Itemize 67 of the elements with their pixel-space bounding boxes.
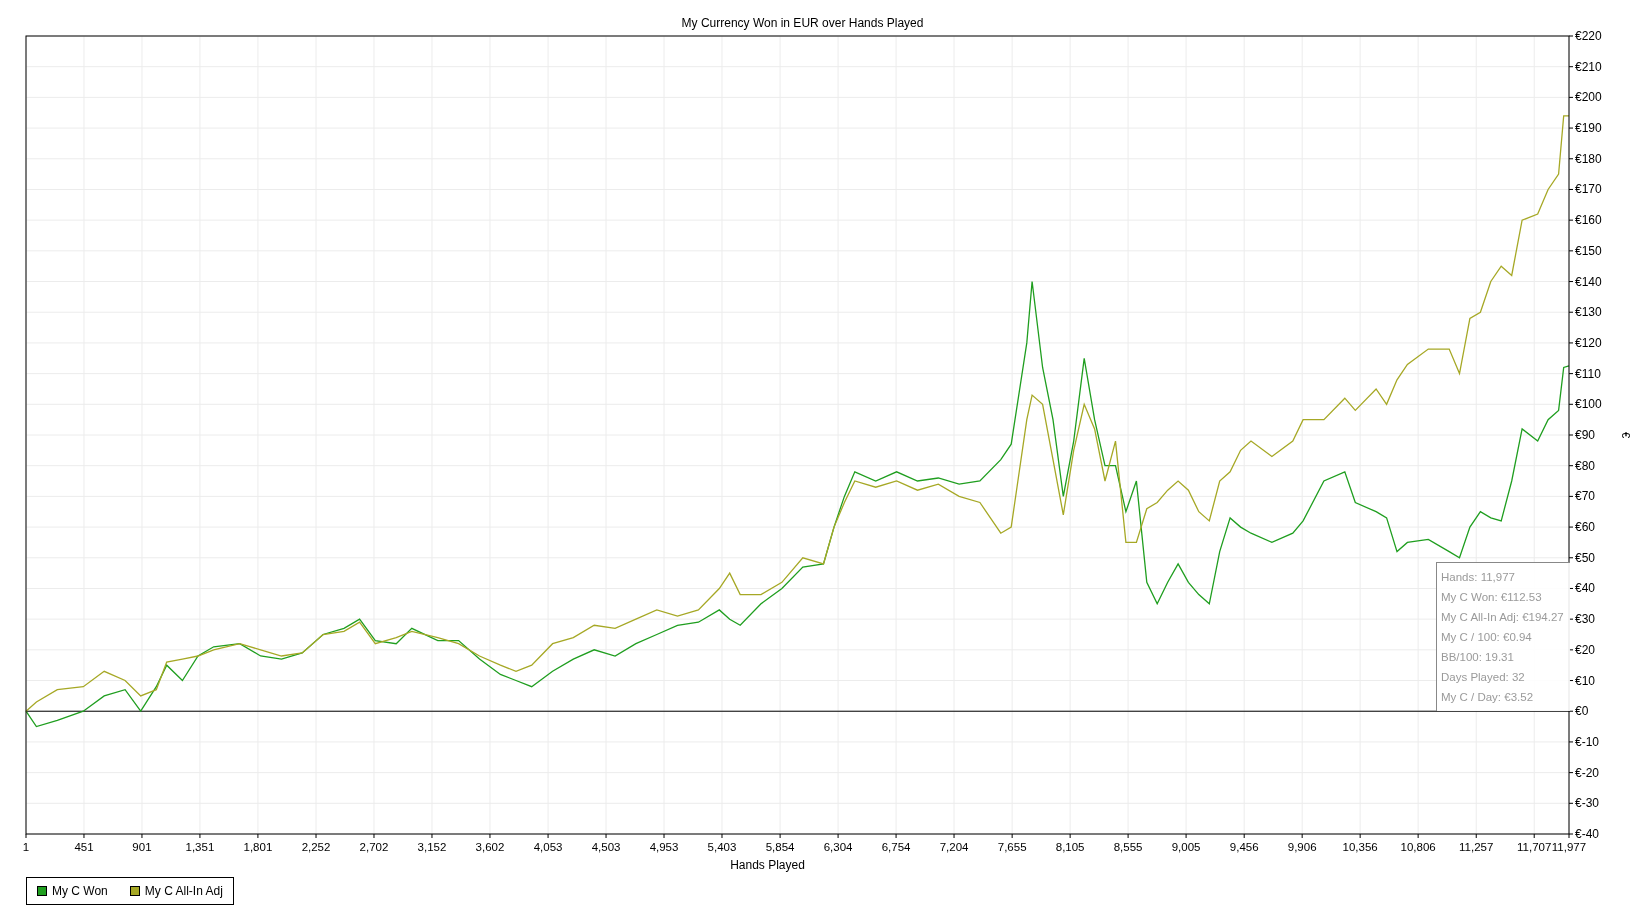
axis-tick-label: €40 bbox=[1575, 581, 1596, 596]
axis-tick-label: 8,105 bbox=[1055, 841, 1085, 853]
axis-tick-label: €0 bbox=[1575, 704, 1589, 719]
axis-tick-label: 9,005 bbox=[1171, 841, 1201, 853]
axis-tick-label: €-40 bbox=[1575, 827, 1600, 841]
axis-tick-label: €210 bbox=[1575, 59, 1602, 74]
axis-tick-label: 11,977 bbox=[1551, 841, 1587, 853]
legend-label: My C All-In Adj bbox=[144, 884, 223, 898]
axis-title: Hands Played bbox=[730, 858, 805, 872]
axis-tick-label: €20 bbox=[1575, 642, 1596, 657]
tooltip-text: Hands: 11,977 bbox=[1441, 570, 1516, 585]
axis-tick-label: €-20 bbox=[1575, 765, 1600, 780]
axis-tick-label: 2,252 bbox=[301, 841, 331, 853]
tooltip-text: BB/100: 19.31 bbox=[1441, 650, 1515, 665]
tooltip-text: My C / Day: €3.52 bbox=[1441, 690, 1535, 705]
axis-tick-label: 901 bbox=[132, 841, 152, 853]
axis-tick-label: 5,854 bbox=[765, 841, 795, 853]
axis-tick-label: €180 bbox=[1575, 151, 1602, 166]
axis-tick-label: 11,257 bbox=[1459, 841, 1494, 853]
axis-tick-label: 10,806 bbox=[1400, 841, 1436, 853]
axis-tick-label: €10 bbox=[1575, 673, 1596, 688]
axis-tick-label: €60 bbox=[1575, 520, 1596, 535]
tooltip-text: My C Won: €112.53 bbox=[1441, 590, 1543, 605]
axis-tick-label: €150 bbox=[1575, 243, 1602, 258]
axis-tick-label: €170 bbox=[1575, 182, 1602, 197]
axis-tick-label: €-30 bbox=[1575, 796, 1600, 811]
axis-tick-label: €200 bbox=[1575, 90, 1602, 105]
axis-tick-label: €120 bbox=[1575, 335, 1602, 350]
tooltip-text: Days Played: 32 bbox=[1441, 670, 1526, 685]
axis-tick-label: €50 bbox=[1575, 550, 1596, 565]
axis-tick-label: 7,655 bbox=[997, 841, 1027, 853]
axis-tick-label: 3,152 bbox=[417, 841, 447, 853]
axis-tick-label: 9,906 bbox=[1287, 841, 1317, 853]
axis-tick-label: €100 bbox=[1575, 397, 1602, 412]
axis-tick-label: 7,204 bbox=[939, 841, 969, 853]
axis-tick-label: 5,403 bbox=[707, 841, 737, 853]
axis-tick-label: 6,304 bbox=[823, 841, 853, 853]
axis-tick-label: €220 bbox=[1575, 30, 1602, 43]
axis-tick-label: €110 bbox=[1575, 366, 1601, 381]
axis-tick-label: 3,602 bbox=[475, 841, 505, 853]
axis-tick-label: €140 bbox=[1575, 274, 1602, 289]
axis-tick-label: 1,351 bbox=[185, 841, 215, 853]
axis-title: € bbox=[1620, 431, 1632, 439]
axis-tick-label: 4,503 bbox=[591, 841, 621, 853]
axis-tick-label: 10,356 bbox=[1342, 841, 1378, 853]
axis-tick-label: 4,053 bbox=[533, 841, 563, 853]
axis-tick-label: €30 bbox=[1575, 612, 1596, 627]
legend-label: My C Won bbox=[52, 884, 108, 898]
axis-tick-label: €190 bbox=[1575, 121, 1602, 136]
axis-tick-label: €160 bbox=[1575, 213, 1602, 228]
axis-tick-label: €130 bbox=[1575, 305, 1602, 320]
chart-title: My Currency Won in EUR over Hands Played bbox=[681, 16, 924, 30]
axis-tick-label: €-10 bbox=[1575, 734, 1600, 749]
tooltip-text: My C All-In Adj: €194.27 bbox=[1441, 610, 1564, 625]
axis-tick-label: 6,754 bbox=[881, 841, 911, 853]
axis-tick-label: €70 bbox=[1575, 489, 1596, 504]
axis-tick-label: 11,707 bbox=[1517, 841, 1552, 853]
tooltip-text: My C / 100: €0.94 bbox=[1441, 630, 1533, 645]
axis-tick-label: 1 bbox=[22, 841, 30, 853]
axis-tick-label: 4,953 bbox=[649, 841, 679, 853]
axis-tick-label: €80 bbox=[1575, 458, 1596, 473]
axis-tick-label: 1,801 bbox=[243, 841, 273, 853]
axis-tick-label: 9,456 bbox=[1229, 841, 1259, 853]
axis-tick-label: 451 bbox=[74, 841, 94, 853]
axis-tick-label: €90 bbox=[1575, 428, 1596, 442]
axis-tick-label: 8,555 bbox=[1113, 841, 1143, 853]
axis-tick-label: 2,702 bbox=[359, 841, 389, 853]
